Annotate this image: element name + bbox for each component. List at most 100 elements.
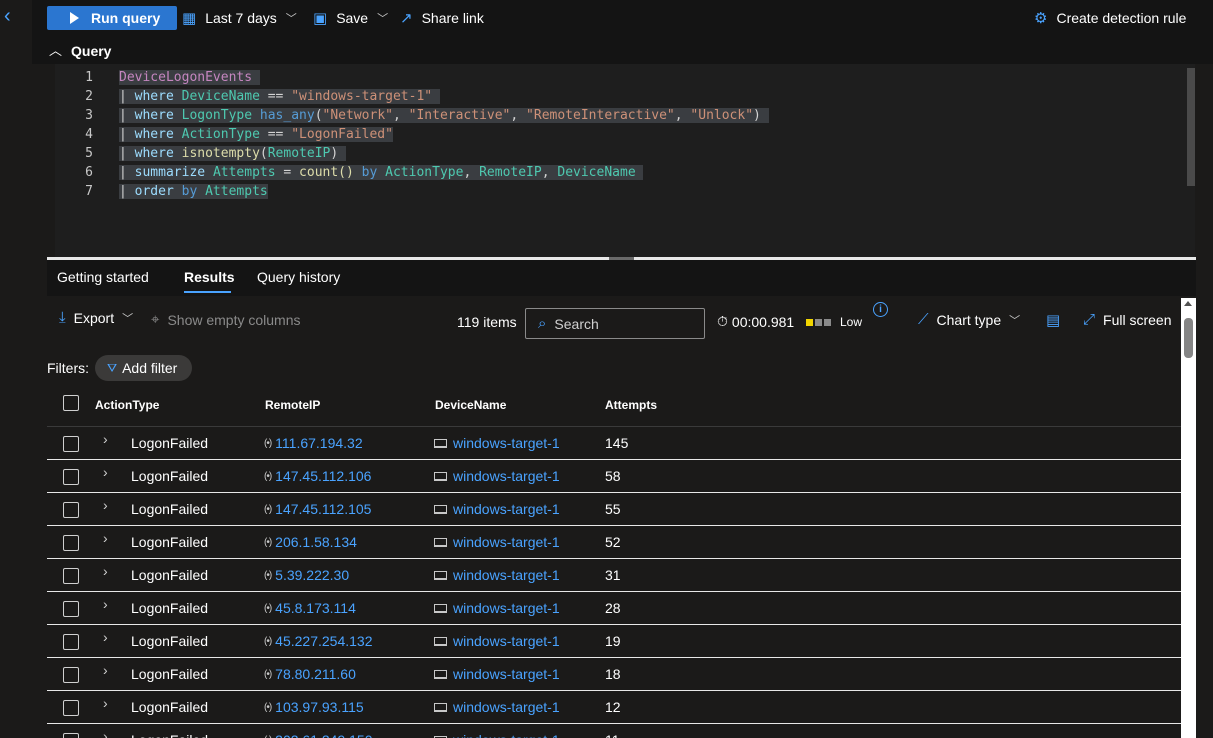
chevron-down-icon: ﹀	[1009, 314, 1021, 327]
table-row[interactable]: › LogonFailed (•) 45.227.254.132 windows-tar…	[47, 624, 1181, 657]
device-link[interactable]: windows-target-1	[453, 567, 560, 583]
cell-devicename[interactable]: windows-target-1	[434, 567, 560, 583]
remoteip-link[interactable]: 147.45.112.105	[275, 501, 371, 517]
device-link[interactable]: windows-target-1	[453, 534, 560, 550]
chevron-right-icon[interactable]: ›	[103, 596, 108, 612]
chevron-right-icon[interactable]: ›	[103, 662, 108, 678]
remoteip-link[interactable]: 202.61.249.150	[275, 732, 372, 738]
cell-devicename[interactable]: windows-target-1	[434, 600, 560, 616]
table-row[interactable]: › LogonFailed (•)202.61.249.150 windows-tar…	[47, 723, 1181, 738]
cell-remoteip[interactable]: (•) 103.97.93.115	[264, 699, 364, 715]
table-row[interactable]: › LogonFailed (•) 147.45.112.105 windows-tar…	[47, 492, 1181, 525]
full-screen-button[interactable]: ⤢ Full screen	[1083, 311, 1171, 328]
row-checkbox[interactable]	[63, 502, 79, 518]
tab-results[interactable]: Results	[184, 269, 235, 285]
remoteip-link[interactable]: 78.80.211.60	[275, 666, 356, 682]
export-dropdown[interactable]: ⤓ Export ﹀	[59, 309, 133, 326]
query-editor[interactable]: 1 2 3 4 5 6 7 DeviceLogonEvents | where …	[55, 64, 1195, 257]
tab-query-history[interactable]: Query history	[257, 269, 340, 285]
table-row[interactable]: › LogonFailed (•) 5.39.222.30 windows-target…	[47, 558, 1181, 591]
device-link[interactable]: windows-target-1	[453, 666, 560, 682]
cell-devicename[interactable]: windows-target-1	[434, 633, 560, 649]
cell-remoteip[interactable]: (•)202.61.249.150	[264, 732, 373, 738]
cell-devicename[interactable]: windows-target-1	[434, 666, 560, 682]
cell-remoteip[interactable]: (•) 45.227.254.132	[264, 633, 373, 649]
table-row[interactable]: › LogonFailed (•) 147.45.112.106 windows-tar…	[47, 459, 1181, 492]
chevron-left-icon[interactable]: ‹	[4, 6, 11, 26]
chevron-right-icon[interactable]: ›	[103, 497, 108, 513]
row-checkbox[interactable]	[63, 667, 79, 683]
cell-remoteip[interactable]: (•) 147.45.112.106	[264, 468, 371, 484]
results-scrollbar[interactable]	[1181, 298, 1196, 738]
time-range-dropdown[interactable]: ▦ Last 7 days ﹀	[182, 9, 297, 27]
row-checkbox[interactable]	[63, 733, 79, 738]
chart-type-dropdown[interactable]: ⟋ Chart type ﹀	[918, 311, 1020, 328]
cell-remoteip[interactable]: (•) 206.1.58.134	[264, 534, 357, 550]
table-row[interactable]: › LogonFailed (•) 206.1.58.134 windows-targe…	[47, 525, 1181, 558]
remoteip-link[interactable]: 45.8.173.114	[275, 600, 356, 616]
column-header-attempts[interactable]: Attempts	[605, 398, 657, 412]
remoteip-link[interactable]: 111.67.194.32	[275, 435, 362, 451]
remoteip-link[interactable]: 5.39.222.30	[275, 567, 349, 583]
cell-remoteip[interactable]: (•) 5.39.222.30	[264, 567, 349, 583]
cell-devicename[interactable]: windows-target-1	[434, 468, 560, 484]
add-filter-button[interactable]: ⛛ Add filter	[95, 355, 193, 381]
cell-devicename[interactable]: windows-target-1	[434, 534, 560, 550]
device-link[interactable]: windows-target-1	[453, 468, 560, 484]
chevron-right-icon[interactable]: ›	[103, 464, 108, 480]
cell-devicename[interactable]: windows-target-1	[434, 501, 560, 517]
query-section-header[interactable]: ︿ Query	[32, 36, 1213, 64]
remoteip-link[interactable]: 103.97.93.115	[275, 699, 364, 715]
column-header-remoteip[interactable]: RemoteIP	[265, 398, 320, 412]
save-dropdown[interactable]: ▣ Save ﹀	[313, 9, 388, 27]
cell-remoteip[interactable]: (•) 111.67.194.32	[264, 435, 363, 451]
device-link[interactable]: windows-target-1	[453, 633, 560, 649]
device-link[interactable]: windows-target-1	[453, 732, 560, 738]
row-checkbox[interactable]	[63, 568, 79, 584]
run-query-button[interactable]: Run query	[47, 6, 177, 30]
column-header-devicename[interactable]: DeviceName	[435, 398, 506, 412]
cell-devicename[interactable]: windows-target-1	[434, 435, 560, 451]
search-box[interactable]: ⌕	[525, 308, 705, 339]
table-row[interactable]: › LogonFailed (•) 78.80.211.60 windows-targe…	[47, 657, 1181, 690]
table-row[interactable]: › LogonFailed (•) 111.67.194.32 windows-targ…	[47, 426, 1181, 459]
chevron-right-icon[interactable]: ›	[103, 629, 108, 645]
select-all-checkbox[interactable]	[63, 395, 79, 411]
cell-devicename[interactable]: windows-target-1	[434, 699, 560, 715]
scroll-up-icon[interactable]	[1184, 301, 1192, 306]
row-checkbox[interactable]	[63, 535, 79, 551]
chevron-right-icon[interactable]: ›	[103, 431, 108, 447]
column-header-actiontype[interactable]: ActionType	[95, 398, 159, 412]
create-detection-rule-button[interactable]: ⚙ Create detection rule	[1034, 9, 1186, 27]
chevron-right-icon[interactable]: ›	[103, 530, 108, 546]
show-empty-columns-button[interactable]: ⌖ Show empty columns	[151, 311, 301, 328]
scrollbar-thumb[interactable]	[1184, 318, 1193, 358]
search-input[interactable]	[554, 315, 695, 332]
editor-scrollbar[interactable]	[1187, 68, 1195, 186]
cell-remoteip[interactable]: (•) 45.8.173.114	[264, 600, 356, 616]
cell-remoteip[interactable]: (•) 147.45.112.105	[264, 501, 371, 517]
device-link[interactable]: windows-target-1	[453, 501, 560, 517]
row-checkbox[interactable]	[63, 436, 79, 452]
chevron-right-icon[interactable]: ›	[103, 563, 108, 579]
device-link[interactable]: windows-target-1	[453, 435, 560, 451]
cell-remoteip[interactable]: (•) 78.80.211.60	[264, 666, 356, 682]
remoteip-link[interactable]: 45.227.254.132	[275, 633, 372, 649]
cell-devicename[interactable]: windows-target-1	[434, 732, 560, 738]
row-checkbox[interactable]	[63, 469, 79, 485]
device-link[interactable]: windows-target-1	[453, 600, 560, 616]
device-link[interactable]: windows-target-1	[453, 699, 560, 715]
chevron-right-icon[interactable]: ›	[103, 695, 108, 711]
table-row[interactable]: › LogonFailed (•) 45.8.173.114 windows-targe…	[47, 591, 1181, 624]
row-checkbox[interactable]	[63, 634, 79, 650]
row-checkbox[interactable]	[63, 700, 79, 716]
chevron-right-icon[interactable]: ›	[103, 728, 108, 738]
row-checkbox[interactable]	[63, 601, 79, 617]
info-icon[interactable]: i	[873, 302, 888, 317]
share-link-button[interactable]: ↗ Share link	[400, 9, 484, 27]
remoteip-link[interactable]: 147.45.112.106	[275, 468, 371, 484]
customize-columns-button[interactable]: ▤	[1046, 311, 1068, 329]
remoteip-link[interactable]: 206.1.58.134	[275, 534, 357, 550]
table-row[interactable]: › LogonFailed (•) 103.97.93.115 windows-targ…	[47, 690, 1181, 723]
tab-getting-started[interactable]: Getting started	[57, 269, 149, 285]
